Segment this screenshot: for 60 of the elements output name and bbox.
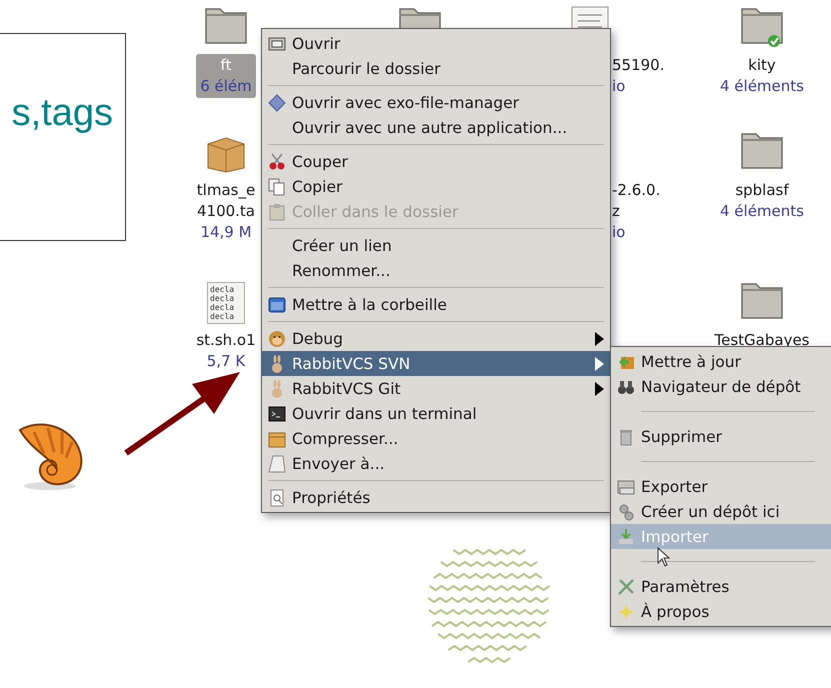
- tray-icon: [268, 454, 286, 472]
- file-details: 14,9 M: [200, 222, 252, 243]
- menu-item[interactable]: Créer un lien: [262, 233, 610, 258]
- menu-item[interactable]: Ouvrir avec exo-file-manager: [262, 90, 610, 115]
- menu-item[interactable]: Mettre à la corbeille: [262, 292, 610, 317]
- folder-icon: [268, 34, 286, 52]
- thumbnail-text: decla: [210, 303, 236, 312]
- menu-item[interactable]: Navigateur de dépôt: [611, 374, 831, 399]
- bin-icon: [617, 428, 635, 446]
- file-name: kity: [748, 55, 776, 76]
- menu-item[interactable]: RabbitVCS SVN: [262, 351, 610, 376]
- file-details: io: [612, 222, 626, 243]
- file-name: TestGabayes: [714, 330, 810, 351]
- monkey-icon: [268, 330, 286, 348]
- menu-item[interactable]: Ouvrir avec une autre application...: [262, 115, 610, 140]
- scissors-icon: [268, 152, 286, 170]
- thumbnail-text: decla: [210, 294, 236, 303]
- document-icon: [268, 488, 286, 506]
- file-name: tlmas_e: [196, 180, 256, 201]
- thumbnail-text: decla: [210, 312, 236, 321]
- menu-item[interactable]: Parcourir le dossier: [262, 56, 610, 81]
- menu-item[interactable]: Ouvrir: [262, 31, 610, 56]
- menu-item[interactable]: Supprimer: [611, 424, 831, 449]
- file-name: -2.6.0.: [612, 180, 660, 201]
- script-thumbnail[interactable]: decla decla decla decla: [207, 282, 245, 324]
- menu-item[interactable]: Propriétés: [262, 485, 610, 510]
- menu-item[interactable]: Copier: [262, 174, 610, 199]
- terminal-icon: [268, 404, 286, 422]
- menu-item[interactable]: Exporter: [611, 474, 831, 499]
- menu-item[interactable]: Mettre à jour: [611, 349, 831, 374]
- menu-item[interactable]: Couper: [262, 149, 610, 174]
- download-icon: [617, 528, 635, 546]
- file-details: 4 éléments: [720, 201, 804, 222]
- file-details: 5,7 K: [206, 351, 246, 372]
- file-name: 55190.: [612, 55, 664, 76]
- box-icon: [268, 430, 286, 448]
- window-icon: [268, 296, 286, 314]
- file-name: spblasf: [735, 180, 789, 201]
- file-name: z: [612, 201, 620, 222]
- file-name: ft: [220, 55, 232, 76]
- menu-item[interactable]: Compresser...: [262, 426, 610, 451]
- copy-icon: [268, 178, 286, 196]
- menu-item[interactable]: À propos: [611, 599, 831, 624]
- slide-text: s,tags: [12, 94, 113, 132]
- menu-item[interactable]: Créer un dépôt ici: [611, 499, 831, 524]
- thumbnail-text: decla: [210, 285, 236, 294]
- file-name: 4100.ta: [196, 201, 255, 222]
- folder-icon: [617, 478, 635, 496]
- menu-item[interactable]: Paramètres: [611, 574, 831, 599]
- menu-item[interactable]: Envoyer à...: [262, 451, 610, 476]
- diamond-icon: [268, 94, 286, 112]
- clipboard-icon: [268, 202, 286, 220]
- menu-item[interactable]: Ouvrir dans un terminal: [262, 401, 610, 426]
- file-details: io: [612, 76, 626, 97]
- star-icon: [617, 602, 635, 620]
- file-name: st.sh.o1: [196, 330, 256, 351]
- cursor-icon: [657, 547, 671, 567]
- menu-item[interactable]: Renommer...: [262, 258, 610, 283]
- file-details: 4 éléments: [720, 76, 804, 97]
- file-details: 6 élém: [200, 76, 252, 97]
